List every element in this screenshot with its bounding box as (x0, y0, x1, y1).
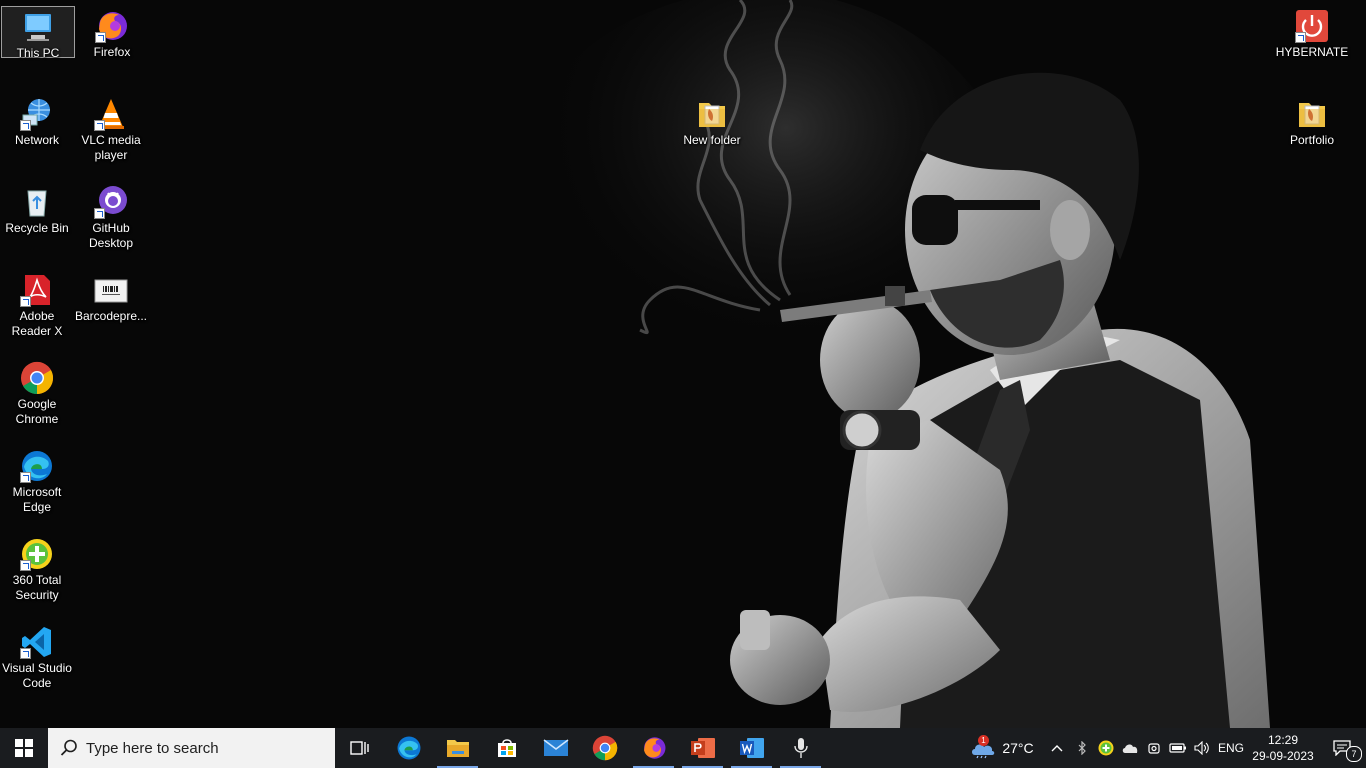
desktop-icon-label: Adobe Reader X (11, 309, 63, 338)
desktop-icon-barcode-file[interactable]: Barcodepre... (74, 270, 148, 324)
power-icon (1295, 9, 1329, 43)
taskbar-app-firefox[interactable] (629, 728, 678, 768)
search-placeholder: Type here to search (86, 739, 219, 757)
desktop-icon-visual-studio-code[interactable]: Visual Studio Code (0, 622, 74, 691)
360-security-icon (20, 537, 54, 571)
edge-icon (397, 736, 420, 760)
tray-volume[interactable] (1190, 728, 1214, 768)
word-icon (739, 738, 764, 758)
system-tray: 1 27°C ENG 12:29 29-09-2023 7 (960, 728, 1366, 768)
store-icon (497, 739, 516, 757)
taskbar-app-powerpoint[interactable] (678, 728, 727, 768)
desktop-icon-label: GitHub Desktop (88, 221, 134, 250)
folder-icon (695, 97, 729, 131)
desktop-icon-label: HYBERNATE (1275, 45, 1349, 59)
network-icon (20, 97, 54, 131)
tray-360-security[interactable] (1094, 728, 1118, 768)
task-view-icon (349, 741, 369, 755)
cloud-icon (1122, 744, 1138, 753)
360-security-icon (1098, 740, 1114, 756)
start-button[interactable] (0, 728, 48, 768)
chevron-up-icon (1051, 745, 1063, 752)
barcode-file-icon (94, 273, 128, 307)
vlc-icon (94, 97, 128, 131)
computer-icon (21, 10, 55, 44)
taskbar-app-word[interactable] (727, 728, 776, 768)
tray-battery[interactable] (1166, 728, 1190, 768)
desktop-icon-hybernate[interactable]: HYBERNATE (1275, 6, 1349, 60)
desktop-icon-label: Recycle Bin (5, 221, 69, 235)
powerpoint-icon (690, 738, 715, 758)
notification-count-badge: 7 (1346, 746, 1362, 762)
desktop-icon-this-pc[interactable]: This PC (1, 6, 75, 60)
taskbar-search-box[interactable]: Type here to search (48, 728, 335, 768)
weather-widget[interactable]: 1 27°C (960, 728, 1044, 768)
desktop-icon-label: Network (14, 133, 59, 147)
desktop-icon-label: Microsoft Edge (12, 485, 62, 514)
taskbar-app-file-explorer[interactable] (433, 728, 482, 768)
speaker-icon (1194, 741, 1209, 755)
desktop-icon-github-desktop[interactable]: GitHub Desktop (74, 182, 148, 251)
desktop-icon-label: 360 Total Security (12, 573, 62, 602)
vscode-icon (20, 625, 54, 659)
taskbar-app-microsoft-edge[interactable] (384, 728, 433, 768)
desktop-icon-label: Google Chrome (15, 397, 59, 426)
recycle-bin-icon (20, 185, 54, 219)
desktop-icon-label: Firefox (93, 45, 131, 59)
desktop-icon-label: Barcodepre... (74, 309, 148, 323)
tray-meet-now[interactable] (1142, 728, 1166, 768)
folder-icon (1295, 97, 1329, 131)
desktop-icon-label: This PC (16, 46, 60, 60)
battery-icon (1169, 743, 1186, 753)
github-desktop-icon (94, 185, 128, 219)
bluetooth-icon (1078, 741, 1086, 755)
tray-input-language[interactable]: ENG (1214, 728, 1248, 768)
tray-bluetooth[interactable] (1070, 728, 1094, 768)
show-hidden-icons-button[interactable] (1044, 728, 1070, 768)
taskbar-app-google-chrome[interactable] (580, 728, 629, 768)
desktop-icon-recycle-bin[interactable]: Recycle Bin (0, 182, 74, 236)
firefox-icon (95, 9, 129, 43)
weather-temperature: 27°C (1002, 740, 1034, 756)
desktop-icon-label: VLC media player (81, 133, 141, 162)
desktop-icon-vlc-media-player[interactable]: VLC media player (74, 94, 148, 163)
adobe-reader-icon (20, 273, 54, 307)
desktop-icon-microsoft-edge[interactable]: Microsoft Edge (0, 446, 74, 515)
desktop-icon-firefox[interactable]: Firefox (75, 6, 149, 60)
mail-icon (543, 739, 568, 756)
search-icon (60, 739, 77, 756)
taskbar-app-mail[interactable] (531, 728, 580, 768)
desktop-icon-label: Visual Studio Code (2, 661, 72, 690)
desktop-icon-network[interactable]: Network (0, 94, 74, 148)
firefox-icon (643, 737, 665, 759)
chrome-icon (20, 361, 54, 395)
taskbar-clock[interactable]: 12:29 29-09-2023 (1248, 728, 1318, 768)
desktop-icon-new-folder[interactable]: New folder (675, 94, 749, 148)
clock-date: 29-09-2023 (1252, 749, 1314, 763)
task-view-button[interactable] (335, 728, 384, 768)
desktop-icon-label: Portfolio (1289, 133, 1335, 147)
weather-alert-badge: 1 (978, 735, 989, 746)
taskbar-app-voice-recorder[interactable] (776, 728, 825, 768)
taskbar: Type here to search 1 27°C ENG 12:29 29-… (0, 728, 1366, 768)
tray-onedrive[interactable] (1118, 728, 1142, 768)
desktop-icon-google-chrome[interactable]: Google Chrome (0, 358, 74, 427)
taskbar-app-microsoft-store[interactable] (482, 728, 531, 768)
chrome-icon (592, 735, 617, 761)
desktop-icon-360-total-security[interactable]: 360 Total Security (0, 534, 74, 603)
windows-logo-icon (15, 739, 33, 757)
desktop-icon-portfolio[interactable]: Portfolio (1275, 94, 1349, 148)
microphone-icon (793, 738, 808, 758)
edge-icon (20, 449, 54, 483)
file-explorer-icon (446, 740, 469, 757)
desktop-icon-label: New folder (683, 133, 741, 147)
action-center-button[interactable]: 7 (1318, 728, 1366, 768)
desktop-icon-adobe-reader[interactable]: Adobe Reader X (0, 270, 74, 339)
clock-time: 12:29 (1267, 733, 1299, 747)
camera-icon (1148, 743, 1160, 754)
